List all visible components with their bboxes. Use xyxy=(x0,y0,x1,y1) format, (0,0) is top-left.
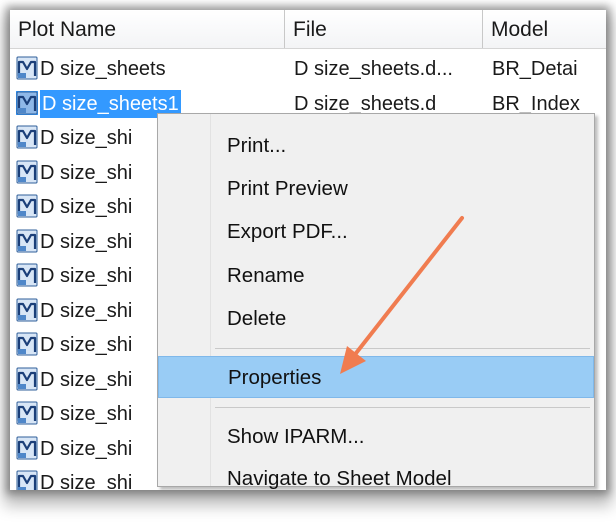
row-file: D size_sheets.d... xyxy=(294,58,453,80)
row-plot-name: D size_shi xyxy=(40,403,133,425)
table-row[interactable]: D size_sheets D size_sheets.d... BR_Deta… xyxy=(10,52,606,87)
row-plot-name: D size_shi xyxy=(40,368,133,391)
column-header-model[interactable]: Model xyxy=(483,10,606,48)
plot-document-icon xyxy=(16,367,38,391)
row-model: BR_Detai xyxy=(492,58,578,80)
plot-document-icon xyxy=(16,194,38,218)
column-header-file[interactable]: File xyxy=(285,10,483,48)
plot-document-icon xyxy=(16,90,38,115)
menu-item-print[interactable]: Print... xyxy=(158,125,594,167)
menu-item-rename[interactable]: Rename xyxy=(158,255,594,297)
row-plot-name: D size_shi xyxy=(40,265,133,287)
menu-item-properties[interactable]: Properties xyxy=(158,356,594,398)
plot-document-icon xyxy=(16,125,38,149)
column-header-plot-name[interactable]: Plot Name xyxy=(10,10,285,48)
row-plot-name: D size_shi xyxy=(40,334,133,356)
plot-document-icon xyxy=(16,56,38,80)
plot-document-icon xyxy=(16,436,38,460)
menu-item-show-iparm[interactable]: Show IPARM... xyxy=(158,416,594,458)
row-plot-name: D size_shi xyxy=(40,299,133,322)
row-plot-name: D size_shi xyxy=(40,437,133,460)
plot-document-icon xyxy=(16,229,38,253)
row-plot-name: D size_sheets xyxy=(40,58,166,80)
menu-item-delete[interactable]: Delete xyxy=(158,298,594,340)
row-plot-name: D size_shi xyxy=(40,127,133,149)
plot-document-icon xyxy=(16,298,38,322)
list-header: Plot Name File Model xyxy=(10,10,606,49)
menu-separator xyxy=(215,407,590,408)
menu-item-print-preview[interactable]: Print Preview xyxy=(158,168,594,210)
menu-separator xyxy=(215,348,590,349)
row-plot-name: D size_shi xyxy=(40,230,133,253)
row-plot-name: D size_shi xyxy=(40,161,133,184)
plot-document-icon xyxy=(16,263,38,287)
plot-document-icon xyxy=(16,332,38,356)
plot-document-icon xyxy=(16,160,38,184)
menu-item-export-pdf[interactable]: Export PDF... xyxy=(158,211,594,253)
row-plot-name: D size_shi xyxy=(40,472,133,490)
plot-document-icon xyxy=(16,470,38,490)
menu-item-navigate-to-sheet-model[interactable]: Navigate to Sheet Model xyxy=(158,458,594,490)
plot-document-icon xyxy=(16,401,38,425)
plot-list-window: Plot Name File Model D size_sheets D siz… xyxy=(10,10,606,490)
row-plot-name: D size_shi xyxy=(40,196,133,218)
context-menu: Print... Print Preview Export PDF... Rename… xyxy=(157,113,595,490)
